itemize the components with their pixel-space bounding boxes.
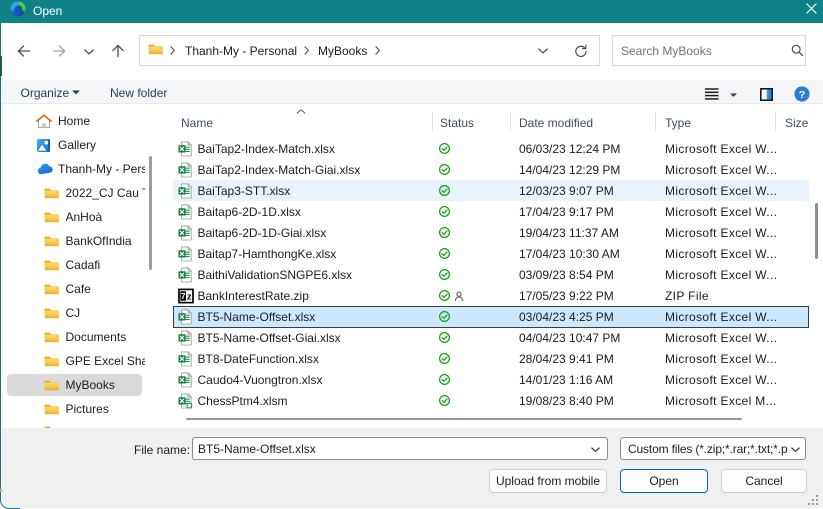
svg-text:7: 7: [180, 290, 185, 300]
svg-text:z: z: [186, 290, 191, 301]
svg-text:?: ?: [798, 89, 804, 101]
